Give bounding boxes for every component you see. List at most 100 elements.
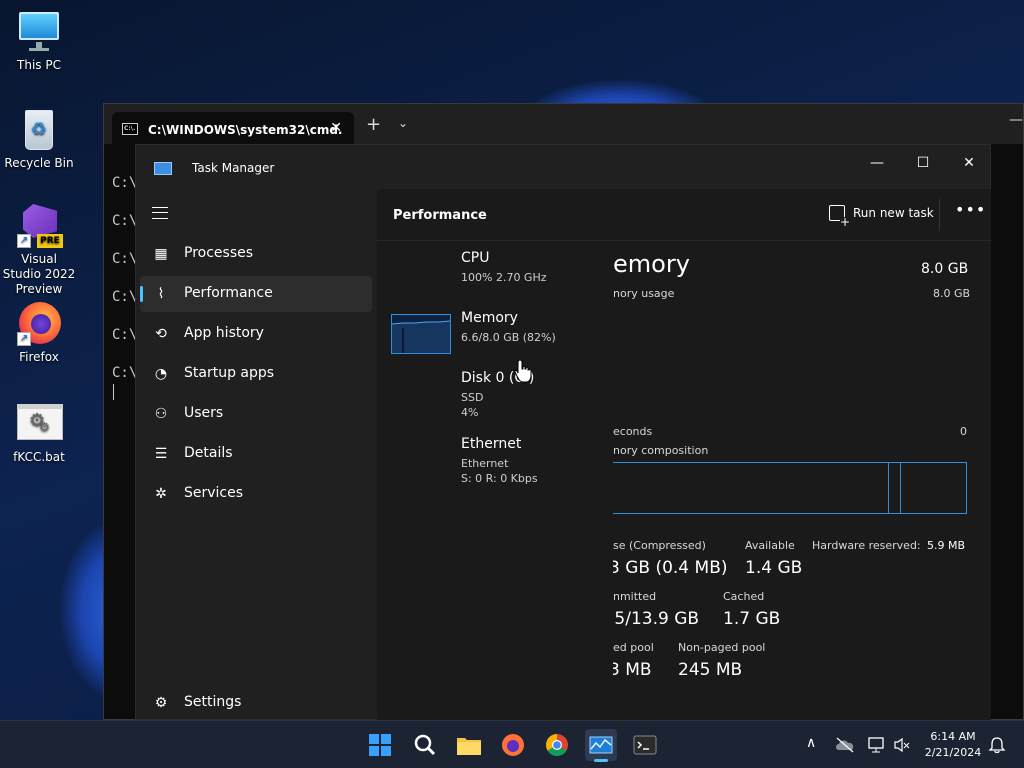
desktop-icon-label: Firefox [19, 350, 59, 364]
prompt-line: C:\ [112, 175, 138, 191]
resource-type: SSD [461, 391, 484, 404]
nav-item-label: Details [184, 445, 233, 461]
desktop-icon-label: fKCC.bat [13, 450, 65, 464]
folder-icon [457, 738, 481, 755]
hardware-reserved-value: 5.9 MB [927, 539, 966, 552]
taskbar: ∧ 6:14 AM 2/21/2024 [0, 720, 1024, 768]
nav-item-details[interactable]: ☰ Details [140, 436, 372, 472]
terminal-tab-title: C:\WINDOWS\system32\cmd. [148, 123, 343, 137]
minimize-button[interactable]: — [854, 149, 900, 179]
resource-disk[interactable]: Disk 0 (C:) SSD 4% [389, 370, 613, 432]
resource-list: CPU 100% 2.70 GHz Memory 6.6/8.0 GB (82%… [377, 242, 613, 721]
search-icon [414, 734, 436, 756]
page-header: Performance Run new task ••• [377, 189, 991, 241]
nav-item-app-history[interactable]: ⟲ App history [140, 316, 372, 352]
run-new-task-button[interactable]: Run new task [829, 205, 934, 227]
notification-bell-icon[interactable] [988, 736, 1006, 754]
desktop-icon-visual-studio[interactable]: PRE ↗ Visual Studio 2022 Preview [1, 204, 77, 297]
resource-name: Memory [461, 310, 518, 326]
firefox-icon [502, 734, 524, 756]
nav-item-settings[interactable]: ⚙ Settings [140, 685, 372, 721]
text-cursor [113, 384, 114, 400]
app-history-icon: ⟲ [155, 326, 167, 342]
nav-item-services[interactable]: ✲ Services [140, 476, 372, 512]
nav-item-label: Users [184, 405, 224, 421]
cmd-icon: C:\. [122, 123, 138, 135]
seconds-value: 0 [960, 425, 967, 438]
preview-badge: PRE [37, 234, 63, 248]
clock[interactable]: 6:14 AM 2/21/2024 [918, 729, 988, 761]
resource-stat: 100% 2.70 GHz [461, 271, 547, 284]
paged-pool-value: 3 MB [613, 660, 652, 680]
performance-pane: Performance Run new task ••• CPU 100% 2.… [377, 189, 991, 721]
detail-title: emory [613, 250, 690, 278]
resource-memory[interactable]: Memory 6.6/8.0 GB (82%) [389, 310, 613, 366]
onedrive-icon[interactable] [834, 736, 856, 754]
usage-label: nory usage [613, 287, 675, 300]
close-tab-icon[interactable]: ✕ [330, 120, 342, 136]
network-icon[interactable] [867, 736, 887, 754]
details-icon: ☰ [154, 446, 168, 462]
desktop-icon-fkcc-bat[interactable]: ⚙ ⚙ fKCC.bat [1, 402, 77, 465]
sidebar: ▦ Processes ⌇ Performance ⟲ App history … [136, 189, 376, 721]
in-use-label: se (Compressed) [613, 539, 706, 552]
desktop-icon-firefox[interactable]: ↗ Firefox [1, 302, 77, 365]
composition-label: nory composition [613, 444, 709, 457]
nav-item-processes[interactable]: ▦ Processes [140, 236, 372, 272]
more-options-icon[interactable]: ••• [955, 200, 986, 219]
committed-label: nmitted [613, 590, 657, 603]
window-title: Task Manager [192, 161, 275, 175]
desktop-icon-recycle-bin[interactable]: ♻ Recycle Bin [1, 108, 77, 171]
resource-ethernet[interactable]: Ethernet Ethernet S: 0 R: 0 Kbps [389, 436, 613, 498]
monitor-icon [17, 10, 61, 54]
memory-sparkline [391, 314, 451, 354]
run-new-task-label: Run new task [853, 206, 934, 220]
terminal-tab[interactable]: C:\. C:\WINDOWS\system32\cmd. ✕ [112, 112, 354, 144]
hamburger-menu-icon[interactable] [152, 207, 168, 219]
recycle-bin-icon: ♻ [17, 108, 61, 152]
resource-stat: 4% [461, 406, 479, 419]
nav-item-users[interactable]: ⚇ Users [140, 396, 372, 432]
nav-item-performance[interactable]: ⌇ Performance [140, 276, 372, 312]
active-indicator [594, 759, 608, 762]
terminal-taskbar-button[interactable] [629, 729, 661, 761]
task-manager-app-icon [154, 162, 172, 175]
desktop-icon-label: Visual Studio 2022 Preview [2, 252, 76, 296]
start-button[interactable] [364, 729, 396, 761]
prompt-line: C:\ [112, 213, 138, 229]
new-tab-button[interactable]: + [366, 114, 381, 135]
close-button[interactable]: ✕ [946, 149, 992, 179]
non-paged-pool-label: Non-paged pool [678, 641, 766, 654]
nav-item-startup-apps[interactable]: ◔ Startup apps [140, 356, 372, 392]
terminal-minimize-button[interactable]: — [1009, 112, 1023, 128]
desktop-icon-this-pc[interactable]: This PC [1, 10, 77, 73]
cached-label: Cached [723, 590, 765, 603]
task-manager-icon [589, 736, 613, 754]
hand-cursor-icon [514, 359, 532, 383]
maximize-button[interactable]: ☐ [900, 149, 946, 179]
users-icon: ⚇ [154, 406, 168, 422]
usage-max: 8.0 GB [933, 287, 971, 300]
terminal-icon [633, 735, 657, 755]
tab-dropdown-button[interactable]: ⌄ [398, 116, 408, 130]
visual-studio-icon: PRE ↗ [17, 204, 63, 248]
nav-item-label: Performance [184, 285, 273, 301]
task-manager-taskbar-button[interactable] [585, 729, 617, 762]
header-divider [939, 199, 940, 231]
file-explorer-button[interactable] [453, 729, 485, 761]
shortcut-arrow-icon: ↗ [17, 234, 31, 248]
firefox-taskbar-button[interactable] [497, 729, 529, 761]
gear-icon: ⚙ [154, 695, 168, 711]
show-hidden-icons-button[interactable]: ∧ [806, 735, 816, 751]
nav-item-label: Services [184, 485, 244, 501]
hardware-reserved-label: Hardware reserved: [812, 539, 921, 552]
title-bar[interactable]: Task Manager — ☐ ✕ [136, 145, 992, 189]
resource-cpu[interactable]: CPU 100% 2.70 GHz [389, 250, 613, 306]
nav-item-label: Processes [184, 245, 254, 261]
search-button[interactable] [409, 729, 441, 761]
chrome-taskbar-button[interactable] [541, 729, 573, 761]
terminal-tab-bar: C:\. C:\WINDOWS\system32\cmd. ✕ + ⌄ — [104, 104, 1023, 144]
paged-pool-label: ed pool [613, 641, 654, 654]
task-manager-window[interactable]: Task Manager — ☐ ✕ ▦ Processes ⌇ Perform… [135, 144, 992, 721]
volume-muted-icon[interactable] [893, 736, 911, 754]
